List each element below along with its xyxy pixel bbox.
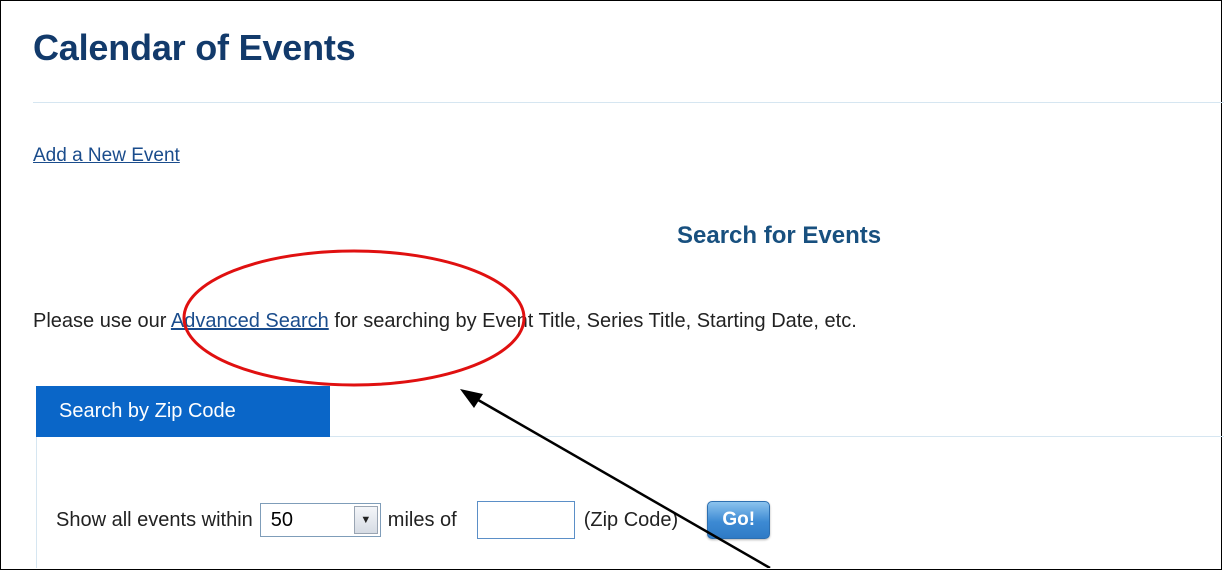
miles-of-label: miles of [387, 508, 457, 531]
zip-code-input[interactable] [476, 501, 575, 539]
add-new-event-link[interactable]: Add a New Event [33, 145, 180, 167]
dropdown-arrow-icon[interactable]: ▼ [353, 506, 378, 534]
panel-border-top [330, 436, 1224, 437]
advanced-search-intro: Please use our Advanced Search for searc… [33, 310, 857, 333]
zip-code-label: (Zip Code) [583, 508, 679, 531]
screenshot-frame [0, 0, 1222, 570]
advanced-search-link[interactable]: Advanced Search [171, 310, 329, 332]
intro-text-before: Please use our [33, 310, 171, 332]
intro-text-after: for searching by Event Title, Series Tit… [328, 310, 857, 332]
within-label: Show all events within [56, 508, 253, 531]
miles-dropdown[interactable]: 50 ▼ [259, 503, 381, 537]
panel-border-left [36, 437, 37, 568]
go-button[interactable]: Go! [707, 501, 771, 539]
zip-search-form: Show all events within 50 ▼ miles of (Zi… [56, 500, 771, 540]
miles-selected-value: 50 [270, 509, 294, 531]
page-title: Calendar of Events [33, 27, 356, 68]
search-heading: Search for Events [677, 222, 882, 249]
tab-search-by-zip-code[interactable]: Search by Zip Code [36, 386, 330, 437]
title-divider [33, 102, 1224, 103]
